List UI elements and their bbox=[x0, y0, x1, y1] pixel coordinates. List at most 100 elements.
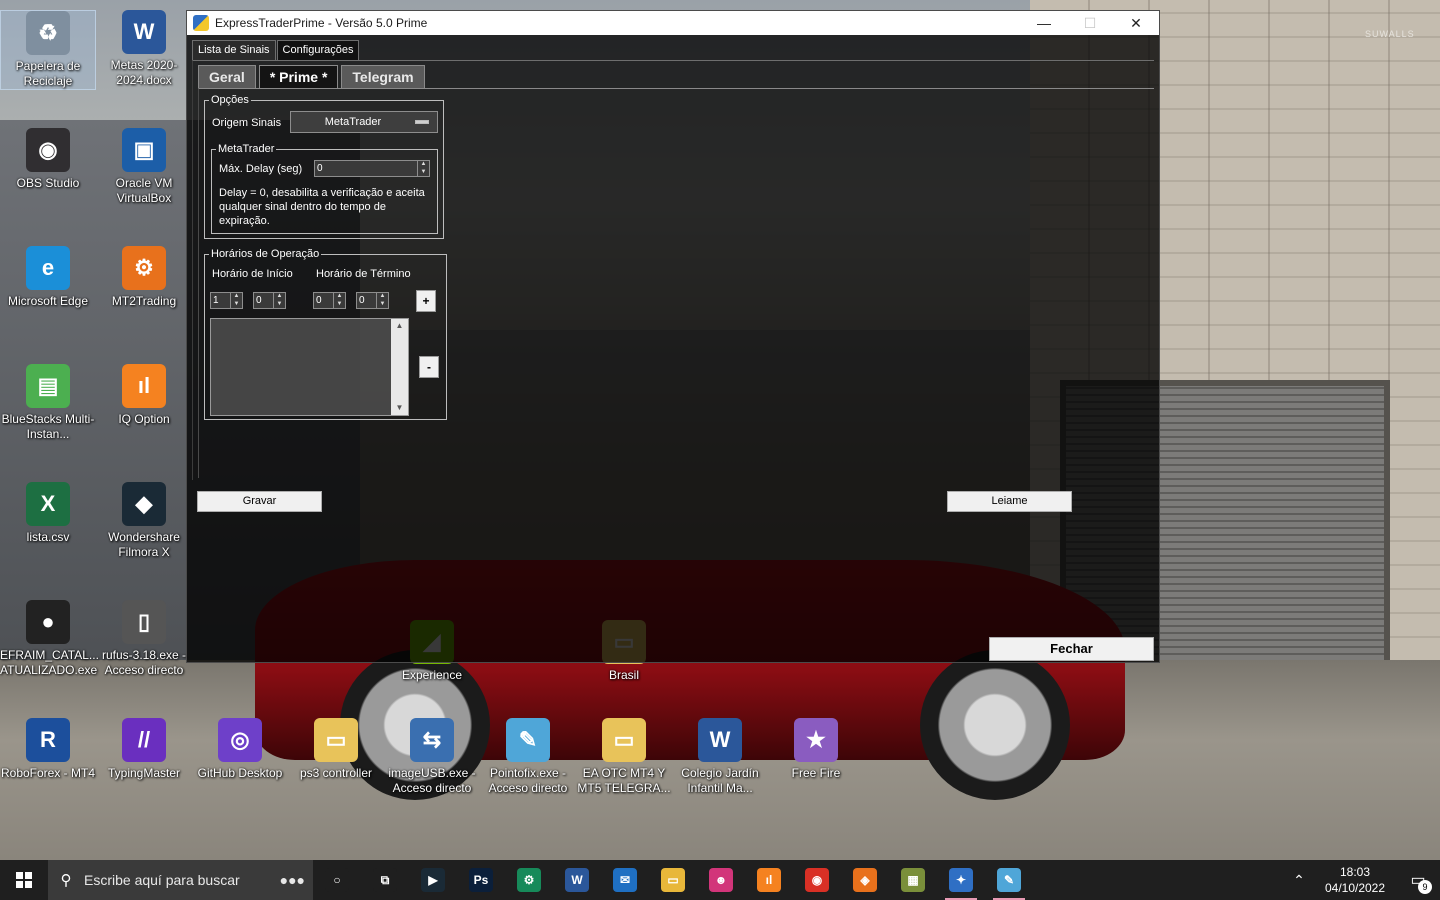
horario-inicio-label: Horário de Início bbox=[212, 268, 293, 280]
tab-prime[interactable]: * Prime * bbox=[258, 65, 339, 89]
scroll-up-icon[interactable]: ▲ bbox=[391, 319, 408, 333]
usb-icon: ⇆ bbox=[410, 718, 454, 762]
desktop-icon-label: Oracle VM VirtualBox bbox=[115, 176, 173, 205]
leiame-button[interactable]: Leiame bbox=[947, 491, 1072, 512]
taskbar-app-button[interactable]: ▭ bbox=[649, 860, 697, 900]
tab-configuracoes[interactable]: Configurações bbox=[276, 40, 360, 61]
taskbar-app-button[interactable]: ▶ bbox=[409, 860, 457, 900]
avast-browser-icon: ◈ bbox=[853, 868, 877, 892]
desktop-icon[interactable]: ▯ rufus-3.18.exe - Acceso directo bbox=[96, 600, 192, 678]
desktop-icon[interactable]: e Microsoft Edge bbox=[0, 246, 96, 309]
horarios-list-scrollbar[interactable]: ▲ ▼ bbox=[391, 319, 408, 415]
start-button[interactable] bbox=[0, 860, 48, 900]
desktop-icon-label: Metas 2020-2024.docx bbox=[110, 58, 178, 87]
spin-up-icon[interactable]: ▲ bbox=[274, 293, 285, 301]
taskbar-app-button[interactable]: W bbox=[553, 860, 601, 900]
taskbar-app-button[interactable]: ⧉ bbox=[361, 860, 409, 900]
tab-lista-de-sinais[interactable]: Lista de Sinais bbox=[192, 40, 276, 61]
origem-sinais-select[interactable]: MetaTrader bbox=[290, 111, 438, 133]
desktop-icon[interactable]: ◉ OBS Studio bbox=[0, 128, 96, 191]
inicio-minute-stepper[interactable]: 0 ▲ ▼ bbox=[253, 292, 286, 309]
scroll-down-icon[interactable]: ▼ bbox=[391, 401, 408, 415]
desktop-icon[interactable]: ✎ Pointofix.exe - Acceso directo bbox=[480, 718, 576, 796]
desktop-icon[interactable]: ⚙ MT2Trading bbox=[96, 246, 192, 309]
roboforex-icon: R bbox=[26, 718, 70, 762]
taskbar-app-button[interactable]: ☻ bbox=[697, 860, 745, 900]
desktop-icon-label: rufus-3.18.exe - Acceso directo bbox=[101, 648, 187, 677]
notification-center-button[interactable]: ▭ 9 bbox=[1396, 870, 1440, 894]
desktop-icon[interactable]: R RoboForex - MT4 bbox=[0, 718, 96, 781]
desktop-icon[interactable]: W Metas 2020-2024.docx bbox=[96, 10, 192, 88]
desktop-icon-label: Papelera de Reciclaje bbox=[15, 59, 81, 88]
desktop-icon[interactable]: Xlista.csv bbox=[0, 482, 96, 545]
maximize-button[interactable]: ☐ bbox=[1067, 11, 1113, 35]
fechar-button[interactable]: Fechar bbox=[989, 637, 1154, 661]
desktop-icon[interactable]: W Colegio Jardín Infantil Ma... bbox=[672, 718, 768, 796]
taskbar-app-button[interactable]: ◈ bbox=[841, 860, 889, 900]
taskbar-app-button[interactable]: ○ bbox=[313, 860, 361, 900]
desktop-icon[interactable]: ▣ Oracle VM VirtualBox bbox=[96, 128, 192, 206]
desktop-icon-label: EFRAIM_CATAL... ATUALIZADO.exe bbox=[0, 648, 99, 677]
expresstrader-app-icon bbox=[193, 15, 209, 31]
taskbar-search-box[interactable]: ⚲ Escribe aquí para buscar ●●● bbox=[48, 860, 313, 900]
spin-down-icon[interactable]: ▼ bbox=[334, 301, 345, 309]
taskbar-app-button[interactable]: ✎ bbox=[985, 860, 1033, 900]
termino-minute-stepper[interactable]: 0 ▲ ▼ bbox=[356, 292, 389, 309]
desktop-icon[interactable]: ♻ Papelera de Reciclaje bbox=[0, 10, 96, 90]
termino-minute-value: 0 bbox=[359, 295, 365, 306]
desktop-icon[interactable]: ◆ Wondershare Filmora X bbox=[96, 482, 192, 560]
freefire-icon: ★ bbox=[794, 718, 838, 762]
origem-sinais-label: Origem Sinais bbox=[212, 117, 282, 129]
horarios-list[interactable]: ▲ ▼ bbox=[210, 318, 409, 416]
taskbar-app-button[interactable]: ✦ bbox=[937, 860, 985, 900]
game-app-icon: ▦ bbox=[901, 868, 925, 892]
tab-geral[interactable]: Geral bbox=[198, 65, 256, 89]
cortana-icon: ○ bbox=[325, 868, 349, 892]
desktop-icon[interactable]: ▭ ps3 controller bbox=[288, 718, 384, 781]
desktop-icon[interactable]: ıl IQ Option bbox=[96, 364, 192, 427]
tab-telegram[interactable]: Telegram bbox=[341, 65, 425, 89]
taskbar-app-button[interactable]: ◉ bbox=[793, 860, 841, 900]
show-hidden-icons-chevron-icon[interactable]: ⌃ bbox=[1284, 872, 1314, 889]
termino-hour-stepper[interactable]: 0 ▲ ▼ bbox=[313, 292, 346, 309]
taskbar-app-button[interactable]: ıl bbox=[745, 860, 793, 900]
spin-up-icon[interactable]: ▲ bbox=[418, 161, 429, 169]
metatrader-legend: MetaTrader bbox=[218, 143, 275, 155]
spin-down-icon[interactable]: ▼ bbox=[377, 301, 388, 309]
termino-hour-value: 0 bbox=[316, 295, 322, 306]
spin-up-icon[interactable]: ▲ bbox=[377, 293, 388, 301]
desktop-icon-label: Microsoft Edge bbox=[7, 294, 89, 308]
desktop-icon[interactable]: // TypingMaster bbox=[96, 718, 192, 781]
excel-icon: X bbox=[26, 482, 70, 526]
minimize-button[interactable]: — bbox=[1021, 11, 1067, 35]
desktop-icon[interactable]: ▭ EA OTC MT4 Y MT5 TELEGRA... bbox=[576, 718, 672, 796]
taskbar-clock[interactable]: 18:03 04/10/2022 bbox=[1314, 864, 1396, 896]
taskbar-app-button[interactable]: Ps bbox=[457, 860, 505, 900]
close-button[interactable]: ✕ bbox=[1113, 11, 1159, 35]
outer-tab-bar: Lista de Sinais Configurações bbox=[192, 40, 360, 61]
taskbar-app-button[interactable]: ▦ bbox=[889, 860, 937, 900]
desktop-icon[interactable]: ● EFRAIM_CATAL... ATUALIZADO.exe bbox=[0, 600, 99, 678]
remove-horario-button[interactable]: - bbox=[419, 356, 439, 378]
search-icon: ⚲ bbox=[60, 872, 72, 889]
spin-up-icon[interactable]: ▲ bbox=[334, 293, 345, 301]
iqoption-icon: ıl bbox=[122, 364, 166, 408]
spin-down-icon[interactable]: ▼ bbox=[274, 301, 285, 309]
inicio-hour-stepper[interactable]: 1 ▲ ▼ bbox=[210, 292, 243, 309]
notification-count-badge: 9 bbox=[1418, 880, 1432, 894]
desktop-icon[interactable]: ★ Free Fire bbox=[768, 718, 864, 781]
spin-up-icon[interactable]: ▲ bbox=[231, 293, 242, 301]
taskbar-app-button[interactable]: ✉ bbox=[601, 860, 649, 900]
desktop-icon-label: Free Fire bbox=[791, 766, 841, 780]
spin-down-icon[interactable]: ▼ bbox=[418, 169, 429, 177]
desktop-icon[interactable]: ⇆ imageUSB.exe - Acceso directo bbox=[384, 718, 480, 796]
spin-down-icon[interactable]: ▼ bbox=[231, 301, 242, 309]
desktop-icon[interactable]: ▤ BlueStacks Multi-Instan... bbox=[0, 364, 96, 442]
max-delay-value: 0 bbox=[317, 163, 323, 174]
taskbar-app-button[interactable]: ⚙ bbox=[505, 860, 553, 900]
add-horario-button[interactable]: + bbox=[416, 290, 436, 312]
desktop-icon[interactable]: ◎ GitHub Desktop bbox=[192, 718, 288, 781]
max-delay-stepper[interactable]: 0 ▲ ▼ bbox=[314, 160, 430, 177]
gravar-button[interactable]: Gravar bbox=[197, 491, 322, 512]
window-titlebar[interactable]: ExpressTraderPrime - Versão 5.0 Prime — … bbox=[187, 11, 1159, 35]
